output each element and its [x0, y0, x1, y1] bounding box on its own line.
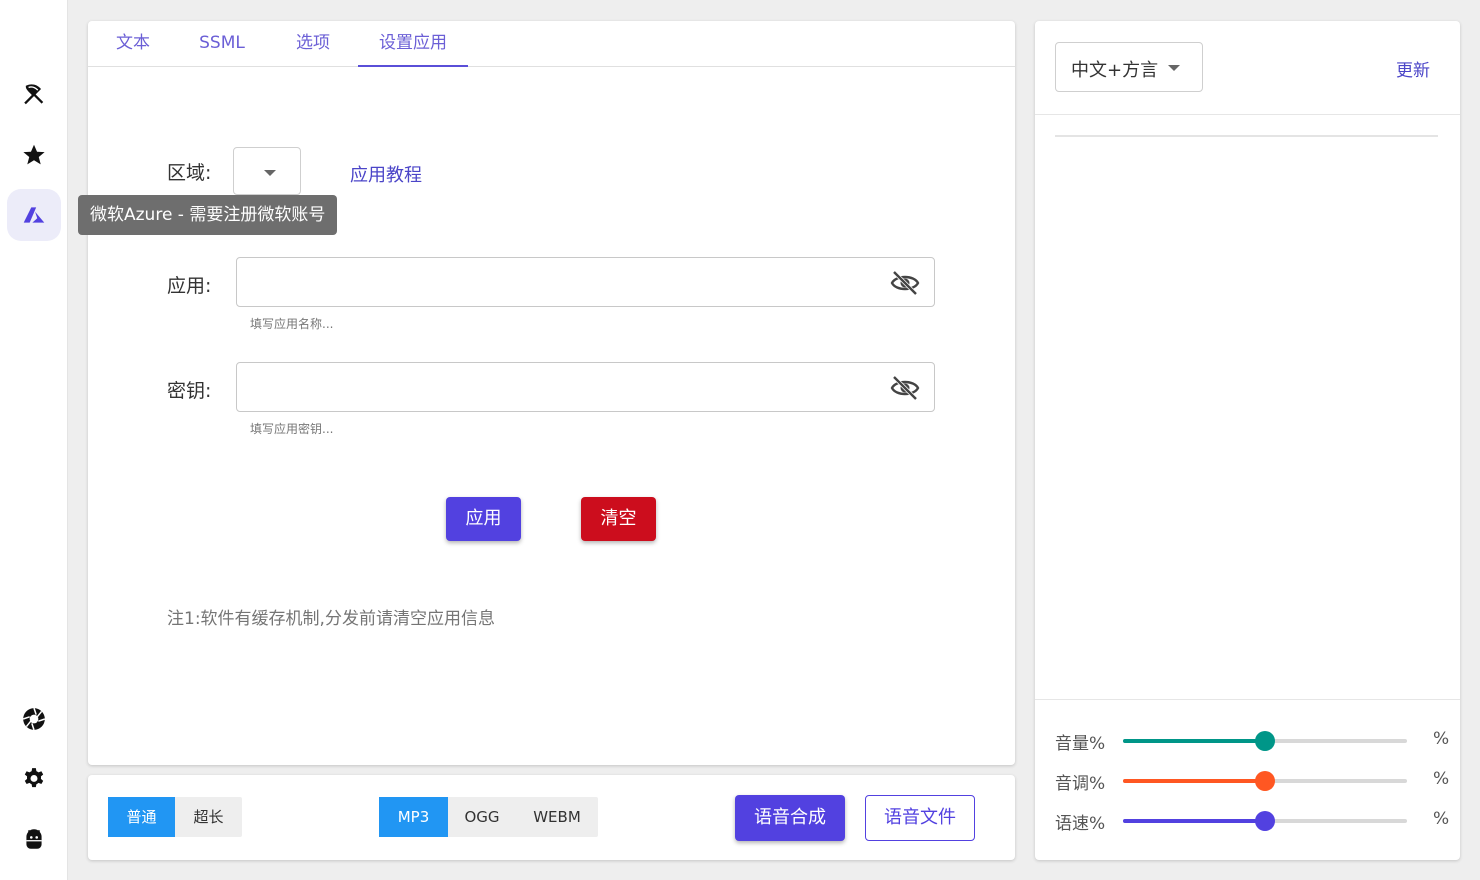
rail-item-favorites[interactable] [7, 129, 61, 181]
chevron-down-icon [264, 170, 276, 176]
rate-slider[interactable] [1123, 811, 1407, 831]
eye-off-icon[interactable] [890, 374, 920, 402]
format-toggle: MP3 OGG WEBM [379, 797, 598, 837]
rail-item-azure[interactable] [7, 189, 61, 241]
tab-ssml[interactable]: SSML [185, 21, 259, 67]
output-bar: 普通 超长 MP3 OGG WEBM 语音合成 语音文件 [88, 775, 1015, 860]
gear-icon [24, 768, 44, 788]
tab-options[interactable]: 选项 [278, 21, 348, 67]
update-link[interactable]: 更新 [1396, 56, 1430, 81]
chevron-down-icon [1168, 65, 1180, 71]
region-select[interactable] [233, 147, 301, 195]
key-hint: 填写应用密钥... [250, 422, 334, 436]
pitch-unit: % [1433, 769, 1450, 789]
tab-app-settings[interactable]: 设置应用 [358, 21, 468, 67]
volume-label: 音量% [1055, 734, 1106, 754]
rate-slider-row: 语速% % [1055, 809, 1449, 834]
synthesize-button[interactable]: 语音合成 [735, 795, 845, 841]
sliders-divider [1035, 699, 1460, 700]
star-icon [23, 144, 45, 165]
rate-slider-fill [1123, 819, 1265, 823]
key-input[interactable] [247, 371, 877, 403]
audio-file-button[interactable]: 语音文件 [865, 795, 975, 841]
language-select[interactable]: 中文+方言 [1055, 42, 1203, 92]
rail-item-android[interactable] [7, 813, 61, 865]
pitch-label: 音调% [1055, 774, 1106, 794]
settings-panel: 文本 SSML 选项 设置应用 区域: 应用教程 应用: 填写应用名称... 密… [88, 21, 1015, 765]
format-mp3[interactable]: MP3 [379, 797, 448, 837]
app-hint: 填写应用名称... [250, 317, 334, 331]
length-mode-toggle: 普通 超长 [108, 797, 242, 837]
pitch-slider[interactable] [1123, 771, 1407, 791]
umbrella-icon [24, 84, 44, 105]
region-label: 区域: [167, 162, 212, 184]
rail-item-aperture[interactable] [7, 693, 61, 745]
tab-text[interactable]: 文本 [100, 21, 166, 67]
pitch-slider-row: 音调% % [1055, 769, 1449, 794]
format-ogg[interactable]: OGG [448, 797, 516, 837]
volume-slider[interactable] [1123, 731, 1407, 751]
android-icon [26, 829, 42, 849]
aperture-icon [22, 707, 46, 731]
rail-item-umbrella[interactable] [7, 69, 61, 121]
side-rail [0, 0, 68, 880]
key-field [236, 362, 935, 412]
pitch-slider-fill [1123, 779, 1265, 783]
eye-off-icon[interactable] [890, 269, 920, 297]
volume-slider-row: 音量% % [1055, 729, 1449, 754]
azure-tooltip: 微软Azure - 需要注册微软账号 [78, 195, 338, 235]
cache-note: 注1:软件有缓存机制,分发前请清空应用信息 [167, 609, 495, 629]
volume-unit: % [1433, 729, 1450, 749]
azure-icon [23, 207, 45, 223]
voice-panel: 中文+方言 更新 音量% % 音调% % 语速% % [1035, 21, 1460, 860]
tutorial-link[interactable]: 应用教程 [350, 161, 422, 187]
app-label: 应用: [167, 275, 212, 297]
rate-label: 语速% [1055, 814, 1106, 834]
rail-item-settings[interactable] [7, 753, 61, 805]
tab-bar: 文本 SSML 选项 设置应用 [88, 21, 1015, 67]
format-webm[interactable]: WEBM [516, 797, 598, 837]
rate-unit: % [1433, 809, 1450, 829]
key-label: 密钥: [167, 380, 212, 402]
rate-slider-thumb[interactable] [1255, 811, 1275, 831]
mode-long[interactable]: 超长 [175, 797, 242, 837]
volume-slider-thumb[interactable] [1255, 731, 1275, 751]
header-divider [1035, 114, 1460, 115]
apply-button[interactable]: 应用 [446, 497, 521, 541]
clear-button[interactable]: 清空 [581, 497, 656, 541]
mode-normal[interactable]: 普通 [108, 797, 175, 837]
app-field [236, 257, 935, 307]
voice-list-divider [1055, 135, 1438, 137]
language-select-value: 中文+方言 [1071, 60, 1159, 81]
volume-slider-fill [1123, 739, 1265, 743]
app-input[interactable] [247, 266, 877, 298]
pitch-slider-thumb[interactable] [1255, 771, 1275, 791]
